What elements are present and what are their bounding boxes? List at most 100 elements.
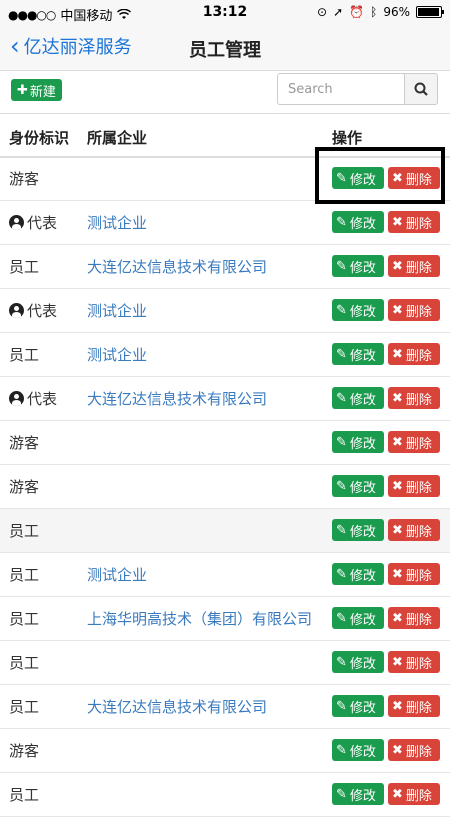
close-icon: ✖ (392, 346, 403, 362)
delete-label: 删除 (405, 700, 432, 716)
delete-button[interactable]: ✖ 删除 (388, 519, 440, 541)
close-icon: ✖ (392, 522, 403, 538)
edit-label: 修改 (349, 436, 376, 452)
delete-label: 删除 (405, 348, 432, 364)
row-actions: ✎ 修改 ✖ 删除 (332, 519, 440, 541)
identity-label: 员工 (9, 566, 40, 584)
company-link[interactable]: 大连亿达信息技术有限公司 (87, 388, 267, 409)
user-circle-icon (9, 215, 24, 230)
close-icon: ✖ (392, 302, 403, 318)
table-row: 代表 大连亿达信息技术有限公司 ✎ 修改 ✖ 删除 (0, 377, 450, 421)
edit-button[interactable]: ✎ 修改 (332, 431, 384, 453)
identity-cell: 代表 (9, 300, 57, 321)
company-link[interactable]: 上海华明高技术（集团）有限公司 (87, 608, 312, 629)
close-icon: ✖ (392, 478, 403, 494)
edit-label: 修改 (349, 700, 376, 716)
battery-icon (416, 6, 444, 18)
edit-button[interactable]: ✎ 修改 (332, 255, 384, 277)
search-input[interactable]: Search (277, 73, 405, 105)
delete-label: 删除 (405, 216, 432, 232)
table-row: 员工 ✎ 修改 ✖ 删除 (0, 509, 450, 553)
close-icon: ✖ (392, 566, 403, 582)
pencil-icon: ✎ (336, 346, 347, 362)
edit-button[interactable]: ✎ 修改 (332, 519, 384, 541)
search-button[interactable] (404, 73, 438, 105)
row-actions: ✎ 修改 ✖ 删除 (332, 299, 440, 321)
row-actions: ✎ 修改 ✖ 删除 (332, 783, 440, 805)
company-link[interactable]: 测试企业 (87, 344, 147, 365)
delete-button[interactable]: ✖ 删除 (388, 255, 440, 277)
close-icon: ✖ (392, 214, 403, 230)
delete-button[interactable]: ✖ 删除 (388, 739, 440, 761)
row-actions: ✎ 修改 ✖ 删除 (332, 695, 440, 717)
header-company: 所属企业 (87, 129, 148, 147)
company-link[interactable]: 大连亿达信息技术有限公司 (87, 696, 267, 717)
pencil-icon: ✎ (336, 786, 347, 802)
edit-label: 修改 (349, 788, 376, 804)
delete-button[interactable]: ✖ 删除 (388, 475, 440, 497)
delete-button[interactable]: ✖ 删除 (388, 563, 440, 585)
delete-label: 删除 (405, 480, 432, 496)
edit-button[interactable]: ✎ 修改 (332, 739, 384, 761)
new-button[interactable]: ✚ 新建 (11, 79, 62, 101)
edit-button[interactable]: ✎ 修改 (332, 651, 384, 673)
identity-label: 员工 (9, 522, 40, 540)
edit-button[interactable]: ✎ 修改 (332, 607, 384, 629)
edit-label: 修改 (349, 480, 376, 496)
edit-label: 修改 (349, 304, 376, 320)
row-actions: ✎ 修改 ✖ 删除 (332, 255, 440, 277)
delete-button[interactable]: ✖ 删除 (388, 387, 440, 409)
row-actions: ✎ 修改 ✖ 删除 (332, 387, 440, 409)
identity-cell: 代表 (9, 212, 57, 233)
identity-label: 员工 (9, 346, 40, 364)
identity-label: 员工 (9, 654, 40, 672)
identity-cell: 员工 (9, 608, 39, 629)
pencil-icon: ✎ (336, 742, 347, 758)
edit-button[interactable]: ✎ 修改 (332, 211, 384, 233)
edit-button[interactable]: ✎ 修改 (332, 387, 384, 409)
edit-button[interactable]: ✎ 修改 (332, 475, 384, 497)
identity-cell: 员工 (9, 256, 39, 277)
delete-button[interactable]: ✖ 删除 (388, 343, 440, 365)
row-actions: ✎ 修改 ✖ 删除 (332, 211, 440, 233)
edit-button[interactable]: ✎ 修改 (332, 299, 384, 321)
company-link[interactable]: 测试企业 (87, 300, 147, 321)
identity-label: 游客 (9, 434, 40, 452)
identity-cell: 员工 (9, 520, 39, 541)
company-link[interactable]: 测试企业 (87, 212, 147, 233)
company-link[interactable]: 大连亿达信息技术有限公司 (87, 256, 267, 277)
identity-cell: 员工 (9, 564, 39, 585)
edit-button[interactable]: ✎ 修改 (332, 695, 384, 717)
delete-label: 删除 (405, 656, 432, 672)
edit-button[interactable]: ✎ 修改 (332, 783, 384, 805)
delete-button[interactable]: ✖ 删除 (388, 783, 440, 805)
table-row: 员工 上海华明高技术（集团）有限公司 ✎ 修改 ✖ 删除 (0, 597, 450, 641)
toolbar: ✚ 新建 Search (0, 71, 450, 117)
battery-percent: 96% (383, 5, 410, 19)
status-bar: ●●●○○ 中国移动 13:12 ⊙ ➚ ⏰ ᛒ 96% (0, 0, 450, 26)
identity-label: 员工 (9, 610, 40, 628)
delete-label: 删除 (405, 744, 432, 760)
delete-button[interactable]: ✖ 删除 (388, 695, 440, 717)
edit-button[interactable]: ✎ 修改 (332, 563, 384, 585)
identity-cell: 游客 (9, 740, 39, 761)
delete-button[interactable]: ✖ 删除 (388, 299, 440, 321)
delete-label: 删除 (405, 612, 432, 628)
location-icon: ➚ (333, 5, 344, 19)
delete-button[interactable]: ✖ 删除 (388, 431, 440, 453)
delete-button[interactable]: ✖ 删除 (388, 211, 440, 233)
close-icon: ✖ (392, 654, 403, 670)
identity-label: 游客 (9, 170, 40, 188)
edit-button[interactable]: ✎ 修改 (332, 343, 384, 365)
edit-label: 修改 (349, 392, 376, 408)
delete-button[interactable]: ✖ 删除 (388, 651, 440, 673)
table-row: 员工 大连亿达信息技术有限公司 ✎ 修改 ✖ 删除 (0, 685, 450, 729)
table-body: 游客 ✎ 修改 ✖ 删除 代表 测试企业 ✎ 修改 ✖ 删除 员工 大连亿达信息技术有限公司 ✎ 修改 ✖ 删除… (0, 157, 450, 817)
identity-cell: 游客 (9, 432, 39, 453)
identity-label: 员工 (9, 258, 40, 276)
identity-cell: 游客 (9, 476, 39, 497)
company-link[interactable]: 测试企业 (87, 564, 147, 585)
row-actions: ✎ 修改 ✖ 删除 (332, 651, 440, 673)
pencil-icon: ✎ (336, 698, 347, 714)
delete-button[interactable]: ✖ 删除 (388, 607, 440, 629)
